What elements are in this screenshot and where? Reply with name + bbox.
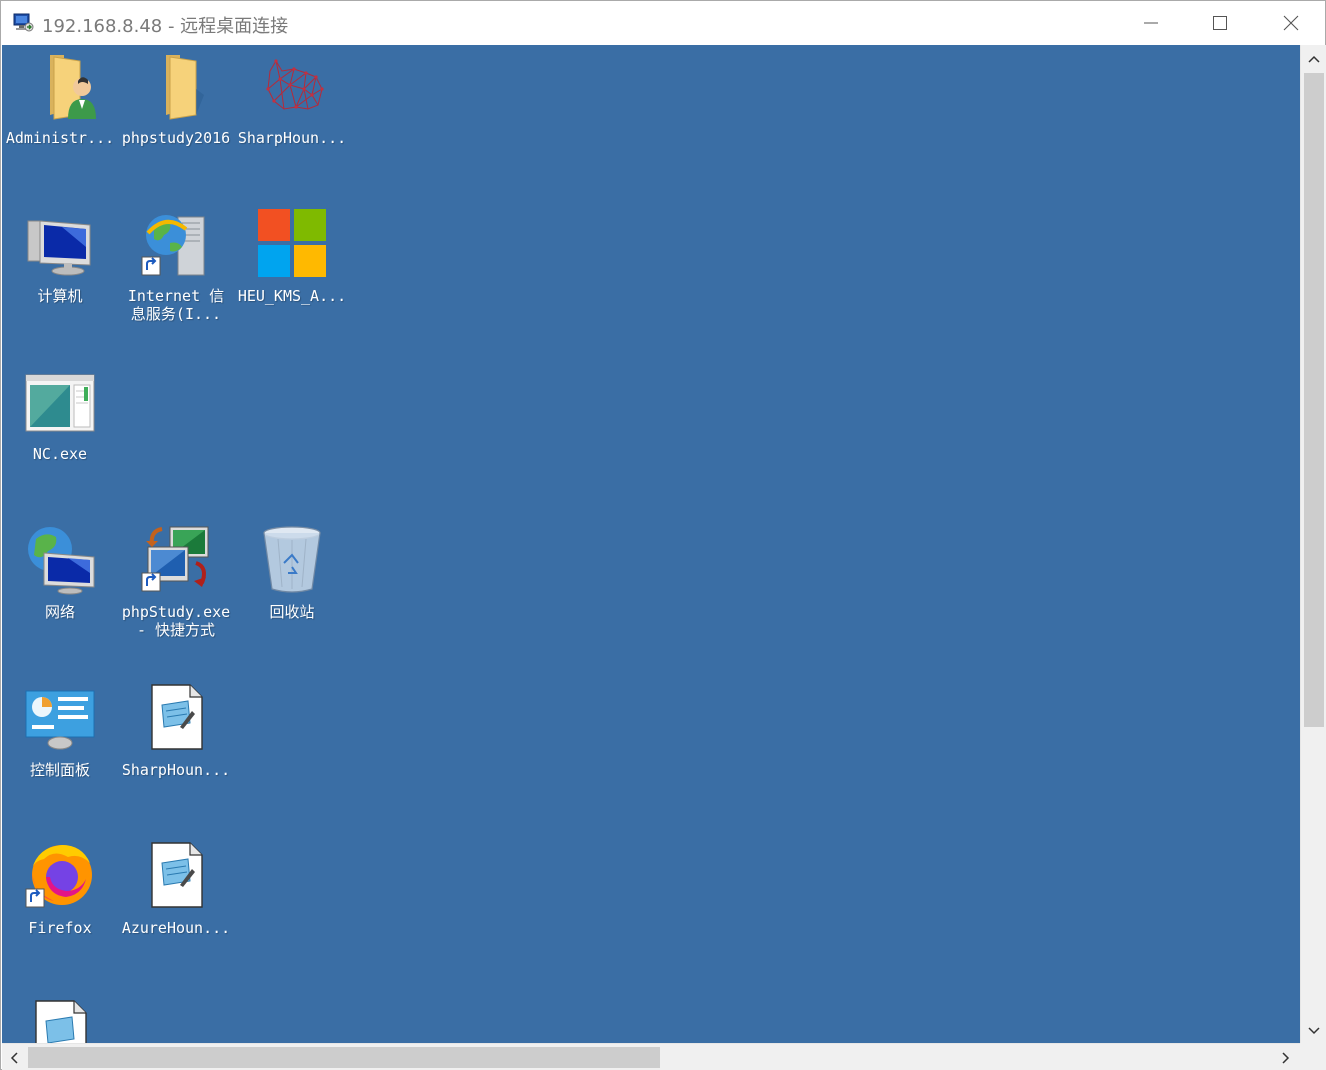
text-document-icon: [151, 842, 203, 908]
close-icon: [1283, 15, 1299, 31]
windows-logo-icon: [258, 209, 326, 277]
horizontal-scroll-thumb[interactable]: [28, 1047, 660, 1068]
desktop-icon-recycle-bin[interactable]: 回收站: [234, 523, 350, 621]
desktop-icon-label: 计算机: [37, 287, 83, 305]
desktop-icon-label: 回收站: [269, 603, 315, 621]
computer-icon: [27, 220, 91, 276]
desktop-icon-azurehound[interactable]: AzureHoun...: [118, 839, 234, 937]
desktop-icon-label: 控制面板: [29, 761, 90, 779]
scroll-right-button[interactable]: [1276, 1047, 1296, 1068]
chevron-left-icon: [10, 1051, 18, 1064]
firefox-icon: [25, 845, 92, 908]
desktop-icon-sharphound-file[interactable]: SharpHoun...: [118, 681, 234, 779]
remote-desktop-window: 192.168.8.48 - 远程桌面连接 Administr... phpst…: [0, 0, 1326, 1070]
desktop-icon-label: SharpHoun...: [121, 761, 231, 779]
desktop-icon-administrator[interactable]: Administr...: [2, 49, 118, 147]
phpstudy-icon: [141, 526, 209, 592]
desktop-icon-document[interactable]: [2, 997, 118, 1043]
text-document-icon: [151, 684, 203, 750]
desktop-icon-label: 网络: [44, 603, 75, 621]
desktop-area[interactable]: Administr... phpstudy2016 SharpHoun... 计…: [2, 45, 1300, 1043]
bloodhound-icon: [266, 59, 324, 110]
folder-icon: [166, 55, 204, 120]
desktop-icon-phpstudy2016[interactable]: phpstudy2016: [118, 49, 234, 147]
recycle-bin-icon: [263, 526, 321, 593]
close-button[interactable]: [1257, 1, 1325, 45]
chevron-up-icon: [1308, 55, 1320, 63]
desktop-icon-nc-exe[interactable]: NC.exe: [2, 365, 118, 463]
iis-manager-icon: [141, 215, 205, 276]
desktop-icon-label: phpStudy.exe - 快捷方式: [121, 603, 231, 639]
user-folder-icon: [50, 55, 96, 120]
desktop-icon-heu-kms[interactable]: HEU_KMS_A...: [234, 207, 350, 305]
desktop-icon-sharphound[interactable]: SharpHoun...: [234, 49, 350, 147]
scroll-left-button[interactable]: [4, 1047, 24, 1068]
scroll-up-button[interactable]: [1301, 49, 1326, 69]
application-window-icon: [25, 374, 95, 432]
maximize-button[interactable]: [1186, 1, 1254, 45]
window-title: 192.168.8.48 - 远程桌面连接: [42, 16, 289, 37]
network-icon: [28, 527, 95, 595]
title-bar[interactable]: 192.168.8.48 - 远程桌面连接: [1, 1, 1325, 45]
scroll-down-button[interactable]: [1301, 1021, 1326, 1041]
desktop-icon-label: Administr...: [5, 129, 115, 147]
chevron-down-icon: [1308, 1027, 1320, 1035]
horizontal-scrollbar[interactable]: [2, 1043, 1300, 1070]
vertical-scroll-thumb[interactable]: [1304, 73, 1324, 727]
desktop-icon-label: NC.exe: [32, 445, 88, 463]
chevron-right-icon: [1282, 1051, 1290, 1064]
desktop-icon-network[interactable]: 网络: [2, 523, 118, 621]
desktop-icon-phpstudy-shortcut[interactable]: phpStudy.exe - 快捷方式: [118, 523, 234, 639]
vertical-scrollbar[interactable]: [1300, 45, 1326, 1043]
desktop-icon-label: Firefox: [28, 919, 92, 937]
remote-desktop-icon: [13, 13, 34, 32]
control-panel-icon: [25, 690, 95, 750]
desktop-icon-label: Internet 信 息服务(I...: [127, 287, 225, 323]
desktop-icon-label: AzureHoun...: [121, 919, 231, 937]
minimize-icon: [1144, 22, 1158, 24]
desktop-icon-computer[interactable]: 计算机: [2, 207, 118, 305]
desktop-icon-label: HEU_KMS_A...: [237, 287, 347, 305]
maximize-icon: [1213, 16, 1227, 30]
scrollbar-corner: [1300, 1043, 1326, 1070]
desktop-icon-firefox[interactable]: Firefox: [2, 839, 118, 937]
text-document-icon: [35, 1000, 87, 1043]
desktop-icon-iis[interactable]: Internet 信 息服务(I...: [118, 207, 234, 323]
desktop-icon-label: phpstudy2016: [121, 129, 231, 147]
minimize-button[interactable]: [1117, 1, 1185, 45]
desktop-icon-label: SharpHoun...: [237, 129, 347, 147]
desktop-icon-control-panel[interactable]: 控制面板: [2, 681, 118, 779]
